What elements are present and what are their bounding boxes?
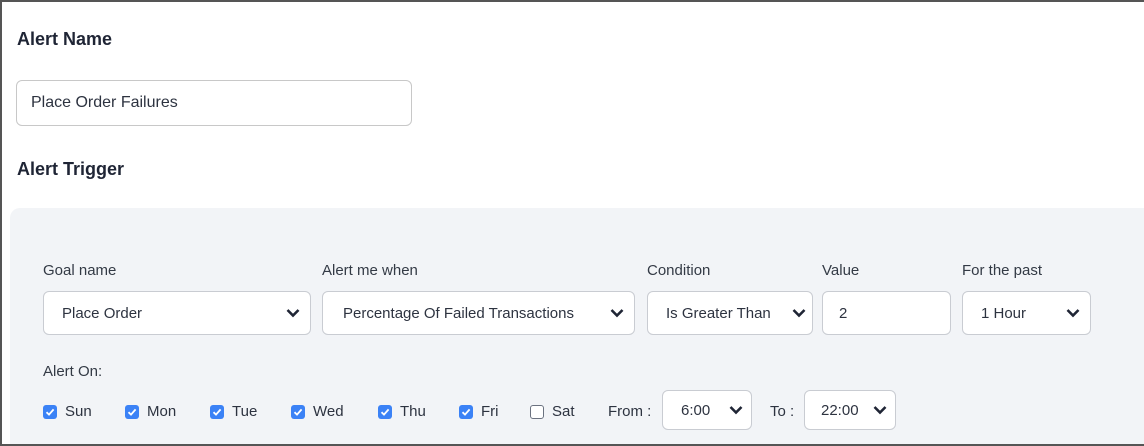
checkbox-checked-icon[interactable] <box>378 404 392 419</box>
day-checkbox-sat[interactable]: Sat <box>530 403 575 420</box>
day-label: Thu <box>400 403 426 420</box>
alert-me-when-select[interactable]: Percentage Of Failed Transactions <box>322 291 635 335</box>
condition-selected: Is Greater Than <box>666 304 771 322</box>
value-label: Value <box>822 262 860 279</box>
to-time-select[interactable]: 22:00 <box>804 390 896 430</box>
day-checkbox-thu[interactable]: Thu <box>378 403 426 420</box>
to-label: To : <box>770 403 795 420</box>
day-label: Mon <box>147 403 177 420</box>
chevron-down-icon <box>1066 309 1080 318</box>
day-checkbox-tue[interactable]: Tue <box>210 403 257 420</box>
day-checkbox-mon[interactable]: Mon <box>125 403 176 420</box>
goal-name-selected: Place Order <box>62 304 143 322</box>
condition-select[interactable]: Is Greater Than <box>647 291 813 335</box>
day-label: Tue <box>232 403 258 420</box>
chevron-down-icon <box>729 406 743 415</box>
day-label: Wed <box>313 403 344 420</box>
day-label: Sun <box>65 403 92 420</box>
alert-name-input[interactable] <box>16 80 412 126</box>
day-label: Sat <box>552 403 575 420</box>
checkbox-checked-icon[interactable] <box>43 404 57 419</box>
checkbox-checked-icon[interactable] <box>291 404 305 419</box>
chevron-down-icon <box>286 309 300 318</box>
value-input[interactable] <box>822 291 951 335</box>
day-label: Fri <box>481 403 499 420</box>
alert-trigger-heading: Alert Trigger <box>17 159 125 179</box>
condition-label: Condition <box>647 262 711 279</box>
for-the-past-select[interactable]: 1 Hour <box>962 291 1091 335</box>
from-time-selected: 6:00 <box>681 401 711 419</box>
chevron-down-icon <box>792 309 806 318</box>
goal-name-label: Goal name <box>43 262 117 279</box>
checkbox-checked-icon[interactable] <box>459 404 473 419</box>
checkbox-unchecked-icon[interactable] <box>530 404 544 419</box>
day-checkbox-fri[interactable]: Fri <box>459 403 499 420</box>
checkbox-checked-icon[interactable] <box>125 404 139 419</box>
chevron-down-icon <box>610 309 624 318</box>
checkbox-checked-icon[interactable] <box>210 404 224 419</box>
alert-me-when-label: Alert me when <box>322 262 418 279</box>
for-the-past-selected: 1 Hour <box>981 304 1027 322</box>
from-time-select[interactable]: 6:00 <box>662 390 752 430</box>
from-label: From : <box>608 403 652 420</box>
chevron-down-icon <box>873 406 887 415</box>
alert-name-heading: Alert Name <box>17 29 113 49</box>
goal-name-select[interactable]: Place Order <box>43 291 311 335</box>
alert-me-when-selected: Percentage Of Failed Transactions <box>343 304 574 322</box>
day-checkbox-wed[interactable]: Wed <box>291 403 344 420</box>
for-the-past-label: For the past <box>962 262 1043 279</box>
to-time-selected: 22:00 <box>821 401 859 419</box>
day-checkbox-sun[interactable]: Sun <box>43 403 92 420</box>
alert-on-label: Alert On: <box>43 363 103 380</box>
